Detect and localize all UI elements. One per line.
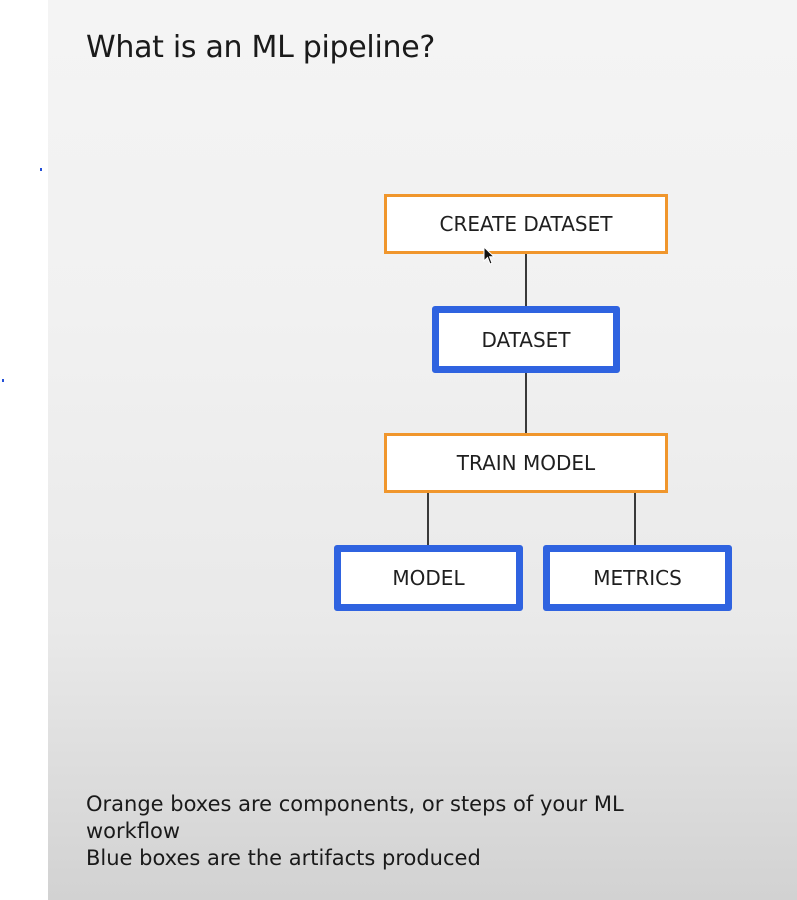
legend-line-components-continued: workflow xyxy=(86,819,181,843)
legend-line-artifacts: Blue boxes are the artifacts produced xyxy=(86,846,481,870)
connector-create-dataset-to-dataset xyxy=(525,252,527,309)
create-dataset-label: CREATE DATASET xyxy=(439,212,613,236)
train-model-label: TRAIN MODEL xyxy=(456,451,596,475)
metrics-artifact: METRICS xyxy=(543,545,732,611)
legend-line-components: Orange boxes are components, or steps of… xyxy=(86,792,624,816)
mouse-pointer-icon xyxy=(483,246,495,265)
stray-mark xyxy=(40,168,42,171)
connector-dataset-to-train-model xyxy=(525,371,527,436)
legend-caption: Orange boxes are components, or steps of… xyxy=(86,791,766,872)
dataset-artifact: DATASET xyxy=(432,306,620,373)
stray-mark xyxy=(2,379,4,382)
train-model-component: TRAIN MODEL xyxy=(384,433,668,493)
connector-train-model-to-model xyxy=(427,491,429,548)
model-label: MODEL xyxy=(392,566,465,590)
model-artifact: MODEL xyxy=(334,545,523,611)
dataset-label: DATASET xyxy=(481,327,571,352)
create-dataset-component: CREATE DATASET xyxy=(384,194,668,254)
metrics-label: METRICS xyxy=(593,566,682,590)
connector-train-model-to-metrics xyxy=(634,491,636,548)
slide-title: What is an ML pipeline? xyxy=(86,30,435,65)
